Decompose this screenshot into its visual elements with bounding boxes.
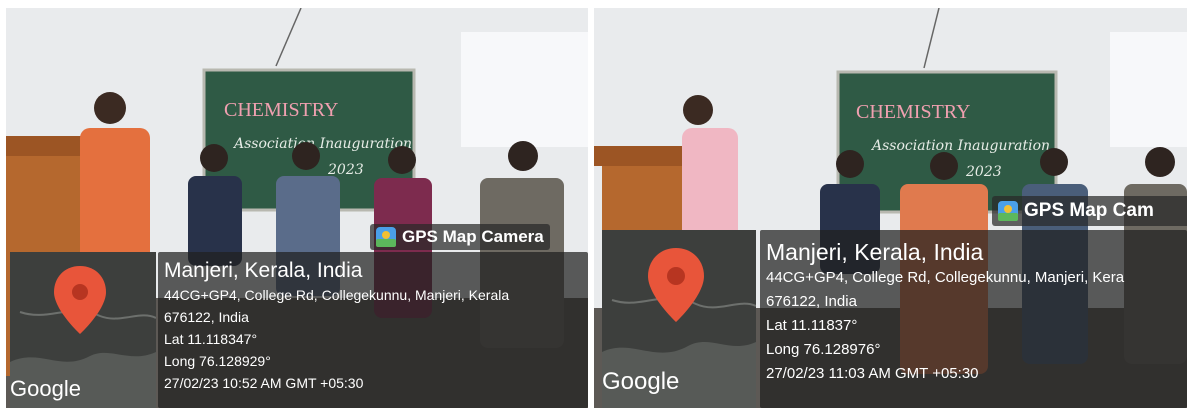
gps-map-camera-badge: GPS Map Cam xyxy=(992,196,1187,226)
map-thumbnail: Google xyxy=(602,230,756,408)
location-info-panel: Manjeri, Kerala, India 44CG+GP4, College… xyxy=(158,252,588,408)
timestamp: 27/02/23 10:52 AM GMT +05:30 xyxy=(164,375,364,391)
longitude: Long 76.128976° xyxy=(766,341,881,358)
address-line-1: 44CG+GP4, College Rd, Collegekunnu, Manj… xyxy=(164,287,510,303)
timestamp: 27/02/23 11:03 AM GMT +05:30 xyxy=(766,365,979,382)
address-line-1: 44CG+GP4, College Rd, Collegekunnu, Manj… xyxy=(766,269,1125,286)
badge-label: GPS Map Cam xyxy=(1024,200,1154,221)
board-line-2: 2023 xyxy=(965,164,1002,180)
google-logo: Google xyxy=(10,376,81,401)
latitude: Lat 11.11837° xyxy=(766,317,858,334)
place-name: Manjeri, Kerala, India xyxy=(766,239,984,265)
geotagged-photo-right: CHEMISTRY Association Inauguration 2023 … xyxy=(594,8,1187,408)
badge-label: GPS Map Camera xyxy=(402,227,544,246)
gps-camera-app-icon xyxy=(376,227,396,247)
board-line-1: Association Inauguration xyxy=(232,136,412,152)
board-title: CHEMISTRY xyxy=(224,99,338,121)
gps-map-camera-badge: GPS Map Camera xyxy=(370,224,550,250)
google-logo: Google xyxy=(602,368,680,395)
latitude: Lat 11.118347° xyxy=(164,331,258,347)
board-line-1: Association Inauguration xyxy=(870,138,1050,154)
longitude: Long 76.128929° xyxy=(164,353,271,369)
address-line-2: 676122, India xyxy=(164,309,249,325)
projector-screen xyxy=(461,32,588,147)
board-line-2: 2023 xyxy=(327,162,364,178)
gps-camera-app-icon xyxy=(998,201,1018,221)
board-title: CHEMISTRY xyxy=(856,101,970,123)
place-name: Manjeri, Kerala, India xyxy=(164,259,363,282)
geotagged-photo-left: CHEMISTRY Association Inauguration 2023 … xyxy=(6,8,588,408)
map-thumbnail: Google xyxy=(10,252,156,408)
location-info-panel: Manjeri, Kerala, India 44CG+GP4, College… xyxy=(760,230,1187,408)
address-line-2: 676122, India xyxy=(766,293,857,310)
projector-screen xyxy=(1110,32,1187,147)
